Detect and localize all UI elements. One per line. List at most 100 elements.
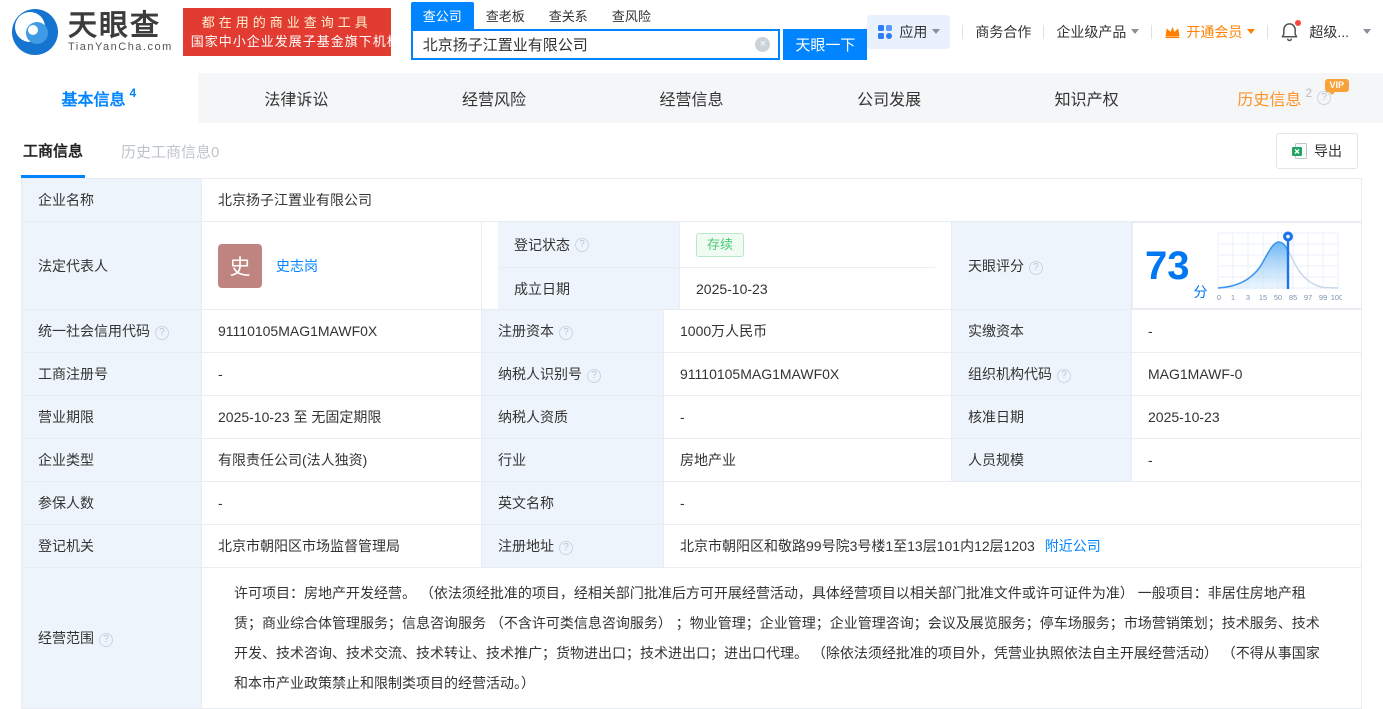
field-label: 行业 (482, 439, 664, 482)
reg-authority-value: 北京市朝阳区市场监督管理局 (202, 525, 482, 568)
tab-business-info[interactable]: 经营信息 (593, 73, 791, 123)
business-info-table: 企业名称 北京扬子江置业有限公司 法定代表人 史 史志岗 登记状态 存续 成立日… (21, 178, 1362, 709)
banner-line1: 都在用的商业查询工具 (191, 13, 383, 32)
help-icon[interactable] (1029, 261, 1043, 275)
logo-name: 天眼查 (68, 11, 173, 41)
tab-intellectual-property[interactable]: 知识产权 (988, 73, 1186, 123)
help-icon[interactable] (155, 326, 169, 340)
field-label: 成立日期 (498, 268, 680, 309)
help-icon[interactable] (587, 369, 601, 383)
app-grid-icon (877, 24, 893, 40)
tab-count: 2 (1305, 86, 1312, 100)
help-icon[interactable] (559, 326, 573, 340)
table-row-business-scope: 经营范围 许可项目：房地产开发经营。 （依法须经批准的项目，经相关部门批准后方可… (22, 568, 1362, 709)
nav-cooperation-label: 商务合作 (975, 22, 1031, 42)
table-row-reg-number: 工商注册号 - 纳税人识别号 91110105MAG1MAWF0X 组织机构代码… (22, 353, 1362, 396)
search-button[interactable]: 天眼一下 (783, 29, 867, 60)
search-tab-risk[interactable]: 查风险 (600, 2, 663, 29)
svg-text:1: 1 (1230, 293, 1234, 302)
tab-history-info[interactable]: VIP 历史信息 2 (1185, 73, 1383, 123)
field-label: 天眼评分 (952, 222, 1132, 310)
help-icon[interactable] (559, 541, 573, 555)
brand-slogan-banner: 都在用的商业查询工具 国家中小企业发展子基金旗下机构 (183, 8, 391, 56)
nearby-companies-link[interactable]: 附近公司 (1045, 538, 1101, 554)
content-area: 工商信息 历史工商信息0 导出 企业名称 北京扬子江置业有限公司 法定代表人 (0, 123, 1383, 709)
field-label: 注册地址 (482, 525, 664, 568)
search-tabs: 查公司 查老板 查关系 查风险 (411, 4, 868, 29)
nav-apps[interactable]: 应用 (867, 15, 950, 49)
nav-account[interactable]: 超级... (1309, 22, 1371, 42)
tab-basic-info[interactable]: 基本信息 4 (0, 73, 198, 123)
vip-badge: VIP (1325, 79, 1350, 92)
field-label-text: 统一社会信用代码 (38, 323, 150, 339)
chevron-down-icon (1131, 29, 1139, 34)
subtab-label: 历史工商信息 (121, 144, 211, 161)
help-icon[interactable] (575, 238, 589, 252)
field-label-text: 天眼评分 (968, 258, 1024, 274)
tianyancha-logo[interactable]: 天眼查 TianYanCha.com (10, 7, 173, 57)
field-label: 注册资本 (482, 310, 664, 353)
search-input[interactable] (413, 31, 779, 58)
table-row-reg-authority: 登记机关 北京市朝阳区市场监督管理局 注册地址 北京市朝阳区和敬路99号院3号楼… (22, 525, 1362, 568)
subtab-row: 工商信息 历史工商信息0 导出 (21, 123, 1362, 178)
legal-rep-link[interactable]: 史志岗 (276, 256, 318, 276)
svg-text:3: 3 (1245, 293, 1249, 302)
credit-code-value: 91110105MAG1MAWF0X (202, 310, 482, 353)
subtab-history-registration[interactable]: 历史工商信息0 (119, 125, 221, 176)
tab-operating-risk[interactable]: 经营风险 (395, 73, 593, 123)
subtab-count: 0 (211, 144, 219, 161)
taxpayer-quality-value: - (664, 396, 952, 439)
field-label-text: 注册地址 (498, 538, 554, 554)
subtab-business-registration[interactable]: 工商信息 (21, 124, 85, 178)
divider (1267, 25, 1268, 39)
notification-bell-icon[interactable] (1280, 22, 1299, 42)
logo-domain: TianYanCha.com (68, 41, 173, 53)
search-tab-boss[interactable]: 查老板 (474, 2, 537, 29)
table-row-insured-count: 参保人数 - 英文名称 - (22, 482, 1362, 525)
field-label: 实缴资本 (952, 310, 1132, 353)
svg-text:100: 100 (1330, 293, 1341, 302)
business-scope-value: 许可项目：房地产开发经营。 （依法须经批准的项目，经相关部门批准后方可开展经营活… (218, 568, 1345, 708)
field-label-text: 注册资本 (498, 323, 554, 339)
notification-dot (1294, 19, 1302, 27)
svg-text:85: 85 (1288, 293, 1296, 302)
score-distribution-chart: 0 1 3 15 50 85 97 99 100 (1216, 229, 1342, 303)
nav-account-label: 超级... (1309, 22, 1349, 42)
field-label: 企业类型 (22, 439, 202, 482)
search-tab-company[interactable]: 查公司 (411, 2, 474, 29)
table-row-company-name: 企业名称 北京扬子江置业有限公司 (22, 179, 1362, 222)
field-label: 参保人数 (22, 482, 202, 525)
field-label-text: 纳税人识别号 (498, 366, 582, 382)
tab-company-development[interactable]: 公司发展 (790, 73, 988, 123)
field-label: 纳税人识别号 (482, 353, 664, 396)
avatar: 史 (218, 244, 262, 288)
field-label-text: 组织机构代码 (968, 366, 1052, 382)
tab-label: 公司发展 (857, 86, 921, 110)
search-tab-relation[interactable]: 查关系 (537, 2, 600, 29)
table-row-legal-rep: 法定代表人 史 史志岗 登记状态 存续 成立日期 2025-10-23 天眼评分… (22, 222, 1362, 310)
nav-enterprise-products[interactable]: 企业级产品 (1056, 22, 1139, 42)
industry-value: 房地产业 (664, 439, 952, 482)
field-label: 工商注册号 (22, 353, 202, 396)
org-code-value: MAG1MAWF-0 (1132, 353, 1362, 396)
help-icon[interactable] (1057, 369, 1071, 383)
clear-search-icon[interactable] (755, 37, 770, 52)
export-button[interactable]: 导出 (1276, 133, 1358, 169)
excel-icon (1292, 143, 1307, 159)
main-tab-bar: 基本信息 4 法律诉讼 经营风险 经营信息 公司发展 知识产权 VIP 历史信息… (0, 73, 1383, 123)
paid-capital-value: - (1132, 310, 1362, 353)
nav-enterprise-label: 企业级产品 (1056, 22, 1126, 42)
reg-address-cell: 北京市朝阳区和敬路99号院3号楼1至13层101内12层1203附近公司 (664, 525, 1362, 568)
nav-open-vip[interactable]: 开通会员 (1164, 22, 1255, 42)
status-badge: 存续 (696, 233, 744, 257)
nav-business-cooperation[interactable]: 商务合作 (975, 22, 1031, 42)
field-label: 营业期限 (22, 396, 202, 439)
field-label: 登记状态 (498, 222, 680, 268)
field-label-text: 经营范围 (38, 630, 94, 646)
tab-legal-proceedings[interactable]: 法律诉讼 (198, 73, 396, 123)
staff-size-value: - (1132, 439, 1362, 482)
help-icon[interactable] (99, 633, 113, 647)
tab-label: 历史信息 (1237, 86, 1301, 110)
divider (962, 25, 963, 39)
tyc-score-unit: 分 (1194, 282, 1208, 302)
